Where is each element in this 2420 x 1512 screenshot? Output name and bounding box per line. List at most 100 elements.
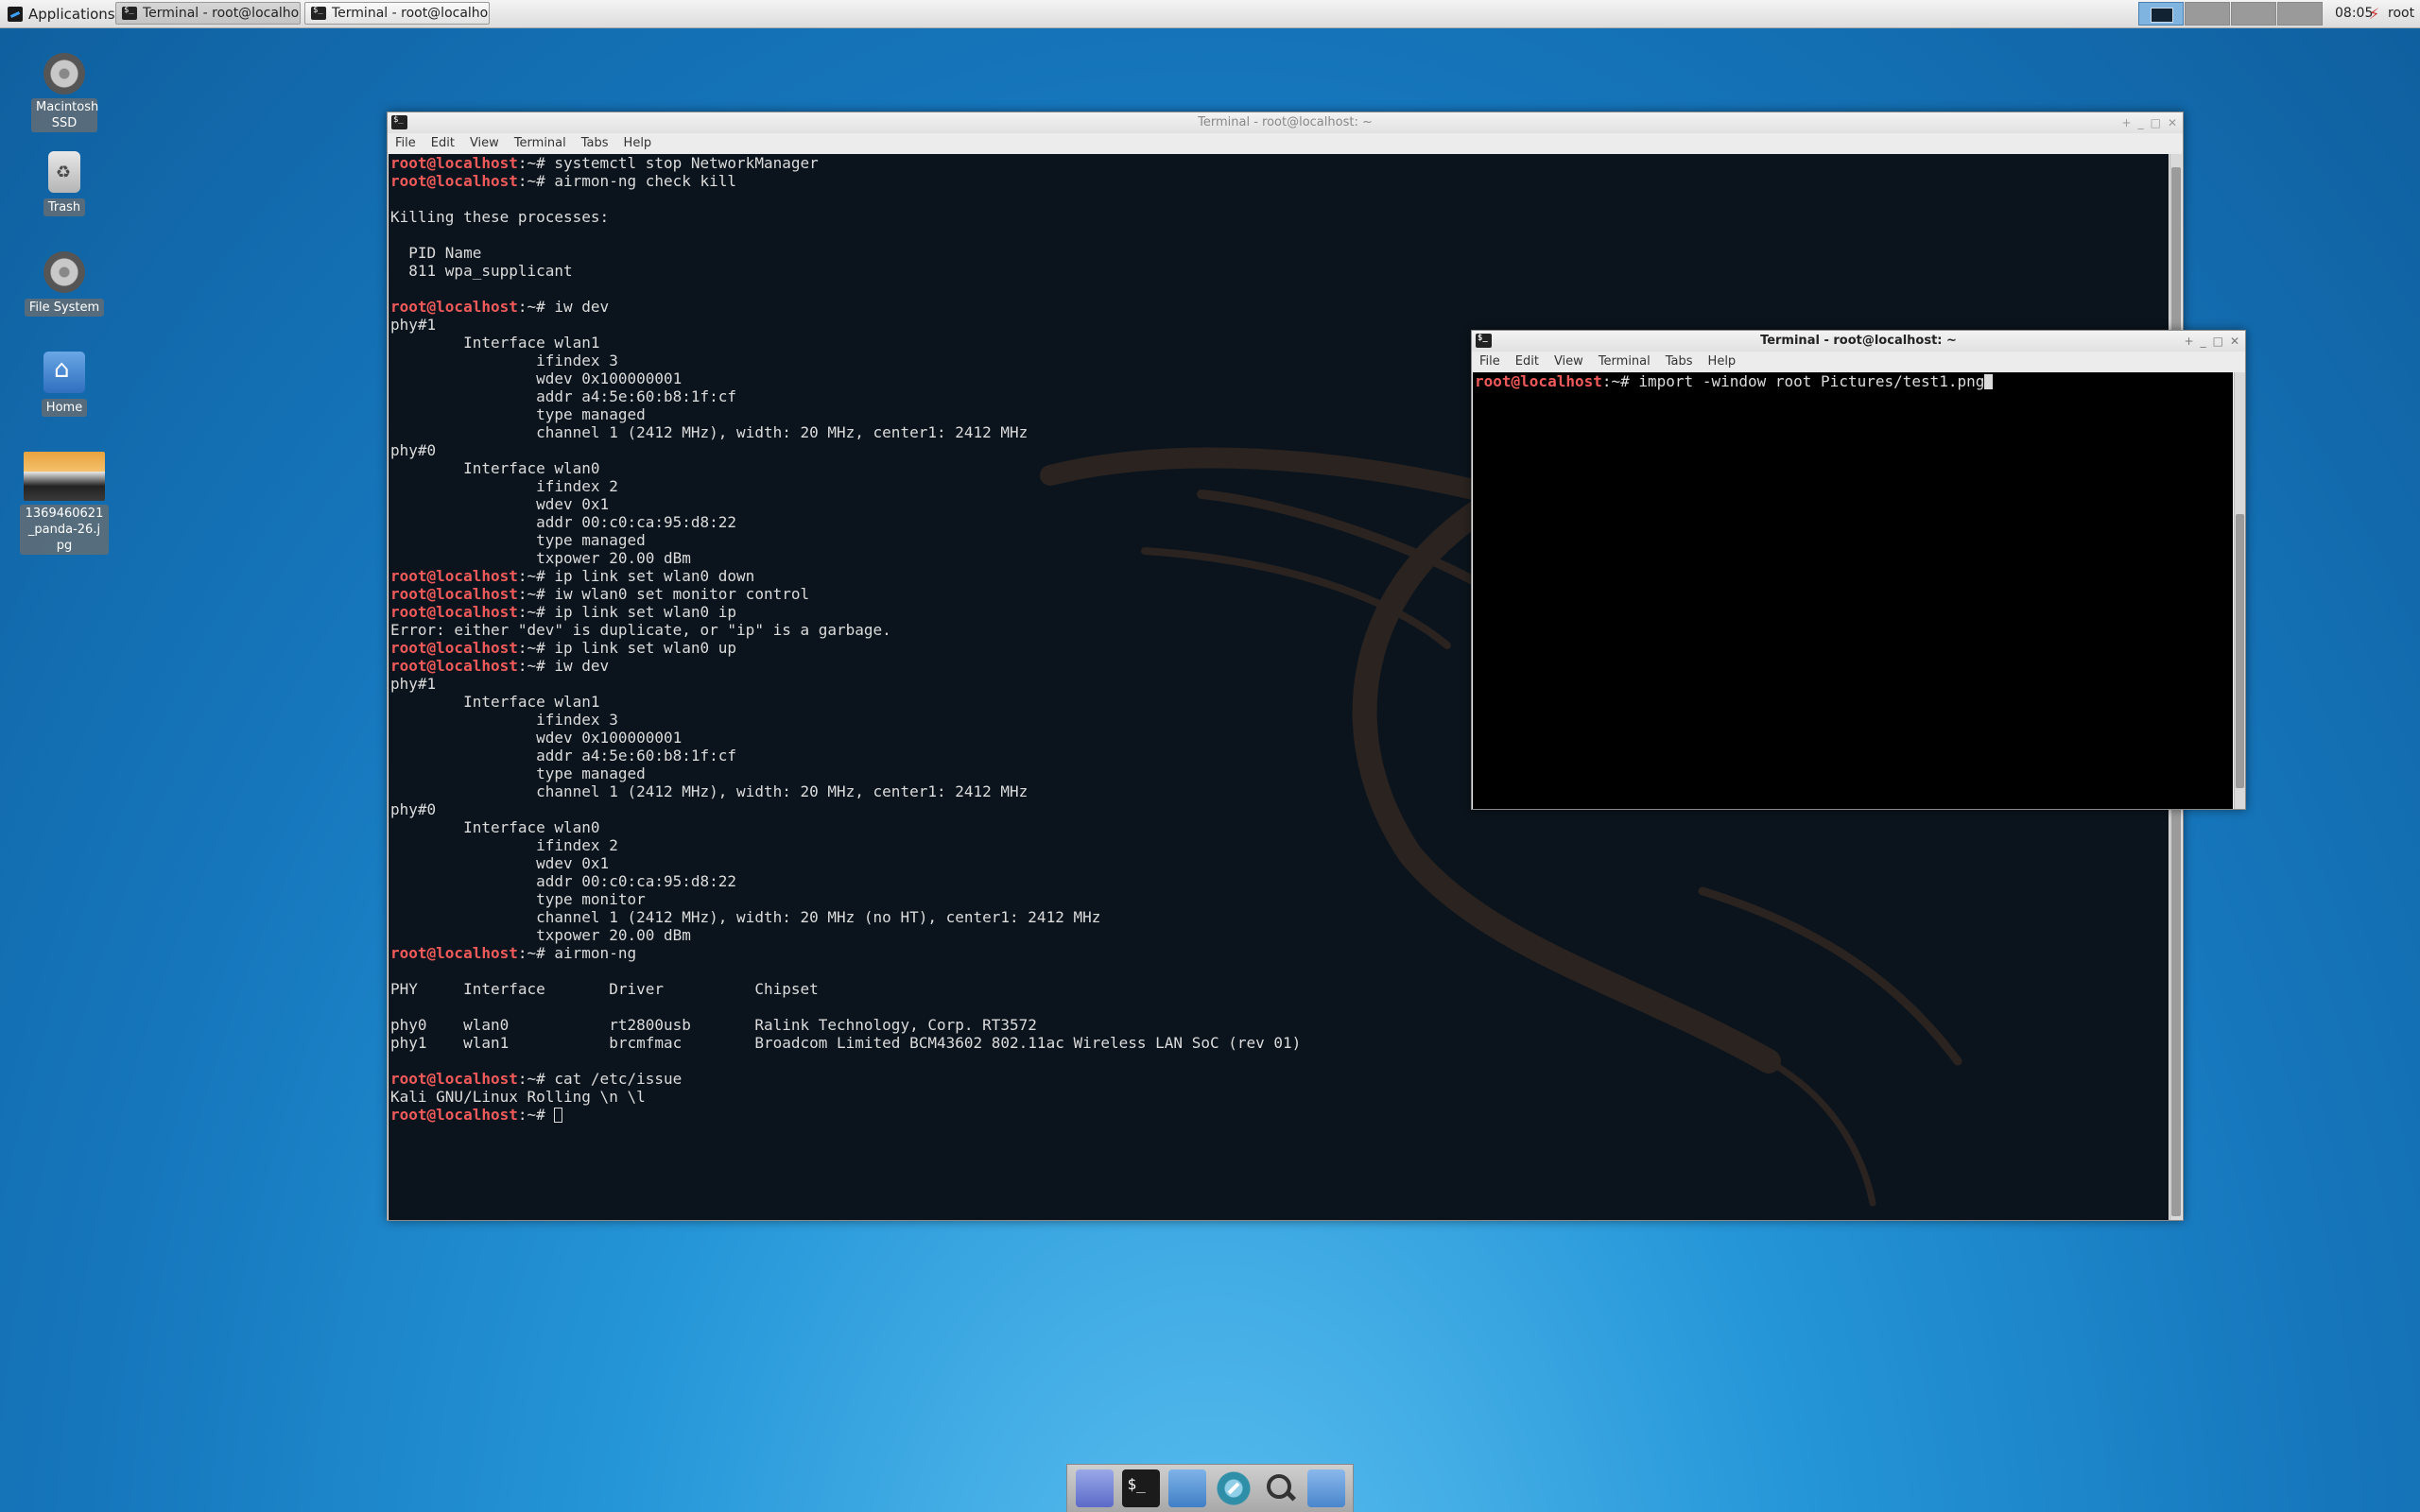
menu-edit[interactable]: Edit [431, 136, 455, 150]
output-text: wdev 0x1 [390, 495, 610, 513]
menu-file[interactable]: File [395, 136, 416, 150]
minimize-icon[interactable]: _ [2138, 113, 2144, 132]
shell-prompt: root@localhost [390, 944, 518, 962]
workspace-2[interactable] [2185, 2, 2230, 26]
output-text: ifindex 3 [390, 352, 618, 369]
terminal-line: ifindex 3 [390, 352, 1301, 369]
maximize-icon[interactable]: □ [2151, 113, 2161, 132]
maximize-icon[interactable]: □ [2213, 332, 2223, 351]
command-text: iw wlan0 set monitor control [554, 585, 810, 603]
prompt-suffix: :~# [517, 172, 555, 190]
app-finder-search-icon[interactable] [1261, 1469, 1299, 1507]
menu-tabs[interactable]: Tabs [581, 136, 609, 150]
trash-icon [48, 151, 80, 193]
menu-help[interactable]: Help [624, 136, 652, 150]
terminal-line: addr 00:c0:ca:95:d8:22 [390, 872, 1301, 890]
terminal-line: PHY Interface Driver Chipset [390, 980, 1301, 998]
menu-terminal[interactable]: Terminal [1599, 354, 1651, 369]
terminal-line: root@localhost:~# iw wlan0 set monitor c… [390, 585, 1301, 603]
hard-disk-icon [43, 53, 85, 94]
output-text: addr a4:5e:60:b8:1f:cf [390, 747, 737, 765]
terminal-output[interactable]: root@localhost:~# import -window root Pi… [1473, 372, 2233, 809]
command-text: iw dev [554, 657, 610, 675]
taskbar-item-terminal-1[interactable]: Terminal - root@localho... [115, 2, 301, 25]
close-icon[interactable]: ✕ [2230, 332, 2239, 351]
terminal-line: Interface wlan0 [390, 818, 1301, 836]
desktop-icon-trash[interactable]: Trash [19, 151, 110, 216]
desktop-icon-file-system[interactable]: File System [19, 251, 110, 317]
menu-terminal[interactable]: Terminal [514, 136, 566, 150]
close-icon[interactable]: ✕ [2168, 113, 2177, 132]
command-text: airmon-ng [554, 944, 637, 962]
menu-file[interactable]: File [1479, 354, 1500, 369]
minimize-icon[interactable]: _ [2201, 332, 2206, 351]
shell-prompt: root@localhost [1475, 372, 1602, 390]
menu-view[interactable]: View [1554, 354, 1583, 369]
workspace-1[interactable] [2138, 2, 2184, 26]
show-desktop-icon[interactable] [1075, 1469, 1114, 1507]
window-titlebar[interactable]: Terminal - root@localhost: ~ + _ □ ✕ [388, 112, 2183, 133]
output-text: addr a4:5e:60:b8:1f:cf [390, 387, 737, 405]
terminal-line: root@localhost:~# ip link set wlan0 down [390, 567, 1301, 585]
terminal-line: phy#1 [390, 316, 1301, 334]
prompt-suffix: :~# [517, 585, 555, 603]
terminal-window-secondary[interactable]: Terminal - root@localhost: ~ + _ □ ✕ Fil… [1471, 330, 2246, 810]
workspace-3[interactable] [2231, 2, 2276, 26]
menu-help[interactable]: Help [1708, 354, 1737, 369]
output-text: addr 00:c0:ca:95:d8:22 [390, 513, 737, 531]
terminal-line: Interface wlan1 [390, 693, 1301, 711]
folder-icon[interactable] [1306, 1469, 1345, 1507]
prompt-suffix: :~# [517, 603, 555, 621]
stick-icon[interactable]: + [2185, 332, 2194, 351]
terminal-line: Interface wlan1 [390, 334, 1301, 352]
terminal-line: channel 1 (2412 MHz), width: 20 MHz, cen… [390, 782, 1301, 800]
output-text: phy#1 [390, 316, 437, 334]
prompt-suffix: :~# [517, 154, 555, 172]
terminal-line: wdev 0x1 [390, 854, 1301, 872]
user-menu[interactable]: root [2388, 0, 2414, 27]
terminal-line: channel 1 (2412 MHz), width: 20 MHz (no … [390, 908, 1301, 926]
text-cursor [554, 1108, 563, 1123]
scrollbar[interactable] [2234, 372, 2245, 809]
terminal-launcher-icon[interactable] [1121, 1469, 1160, 1507]
desktop-icon-home[interactable]: Home [19, 352, 110, 417]
terminal-line: 811 wpa_supplicant [390, 262, 1301, 280]
menu-edit[interactable]: Edit [1515, 354, 1539, 369]
command-text: ip link set wlan0 down [554, 567, 755, 585]
stick-icon[interactable]: + [2122, 113, 2132, 132]
window-titlebar[interactable]: Terminal - root@localhost: ~ + _ □ ✕ [1472, 331, 2245, 352]
output-text: type monitor [390, 890, 646, 908]
taskbar-item-terminal-2[interactable]: Terminal - root@localho... [304, 2, 490, 25]
command-text: systemctl stop NetworkManager [554, 154, 819, 172]
desktop-icon-macintosh-ssd[interactable]: Macintosh SSD [19, 53, 110, 132]
network-icon[interactable]: ⚡ [2369, 5, 2379, 23]
terminal-line: phy#0 [390, 800, 1301, 818]
menu-bar: File Edit View Terminal Tabs Help [1472, 352, 2245, 370]
window-title: Terminal - root@localhost: ~ [1198, 115, 1373, 129]
terminal-line: phy#0 [390, 441, 1301, 459]
terminal-line: Kali GNU/Linux Rolling \n \l [390, 1088, 1301, 1106]
workspace-4[interactable] [2277, 2, 2323, 26]
clock[interactable]: 08:05 [2335, 0, 2373, 27]
shell-prompt: root@localhost [390, 567, 518, 585]
menu-view[interactable]: View [470, 136, 499, 150]
terminal-line: ifindex 2 [390, 477, 1301, 495]
file-manager-icon[interactable] [1167, 1469, 1206, 1507]
shell-prompt: root@localhost [390, 603, 518, 621]
applications-menu-button[interactable]: Applications [2, 2, 121, 26]
taskbar-item-label: Terminal - root@localho... [332, 6, 490, 21]
desktop-icon-label: File System [24, 299, 105, 317]
web-browser-icon[interactable] [1214, 1469, 1253, 1507]
desktop-icon-panda-image[interactable]: 1369460621_panda-26.jpg [19, 452, 110, 555]
scrollbar-thumb[interactable] [2236, 514, 2244, 788]
output-text: addr 00:c0:ca:95:d8:22 [390, 872, 737, 890]
output-text: Interface wlan1 [390, 334, 600, 352]
prompt-suffix: :~# [517, 1070, 555, 1088]
desktop-icon-label: 1369460621_panda-26.jpg [20, 505, 109, 555]
menu-tabs[interactable]: Tabs [1666, 354, 1693, 369]
output-text: channel 1 (2412 MHz), width: 20 MHz, cen… [390, 423, 1028, 441]
